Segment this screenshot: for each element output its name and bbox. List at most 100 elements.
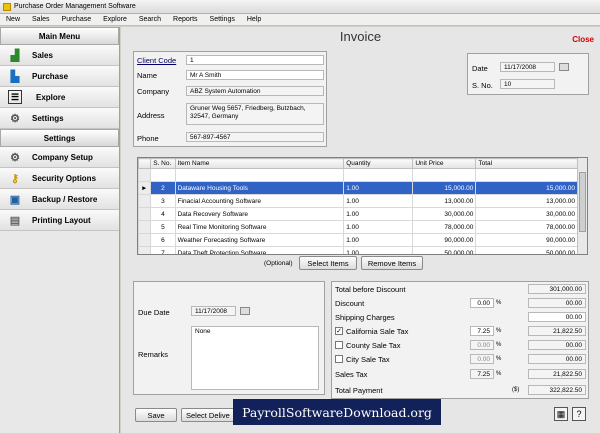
sidebar-item-explore[interactable]: ☰ Explore bbox=[0, 87, 119, 108]
cell-sno[interactable]: 2 bbox=[150, 181, 176, 195]
menu-sales[interactable]: Sales bbox=[32, 16, 50, 23]
cell-total[interactable]: 30,000.00 bbox=[475, 207, 578, 221]
cell-quantity[interactable]: 1.00 bbox=[343, 207, 414, 221]
cell-unit-price[interactable]: 78,000.00 bbox=[412, 220, 477, 234]
cell-item-name[interactable]: Finacial Accounting Software bbox=[174, 194, 345, 208]
sidebar-item-settings[interactable]: ⚙ Settings bbox=[0, 108, 119, 129]
sidebar-item-backup-restore[interactable]: ▣ Backup / Restore bbox=[0, 189, 119, 210]
sidebar-item-sales[interactable]: ▟ Sales bbox=[0, 45, 119, 66]
close-link[interactable]: Close bbox=[572, 35, 594, 44]
invoice-date-field[interactable]: 11/17/2008 bbox=[500, 62, 555, 72]
cell-sno[interactable]: 3 bbox=[150, 194, 176, 208]
menu-reports[interactable]: Reports bbox=[173, 16, 198, 23]
california-tax-checkbox[interactable]: ✓ bbox=[335, 327, 343, 335]
shipping-field[interactable]: 00.00 bbox=[528, 312, 586, 322]
sno-field[interactable]: 10 bbox=[500, 79, 555, 89]
select-items-button[interactable]: Select Items bbox=[299, 256, 357, 270]
city-tax-checkbox[interactable] bbox=[335, 355, 343, 363]
total-before-discount-field[interactable]: 301,000.00 bbox=[528, 284, 586, 294]
menu-explore[interactable]: Explore bbox=[103, 16, 127, 23]
col-total[interactable]: Total bbox=[475, 158, 578, 169]
address-field[interactable]: Gruner Weg 5657, Friedberg, Butzbach, 32… bbox=[186, 103, 324, 125]
cell-total[interactable]: 90,000.00 bbox=[475, 233, 578, 247]
table-row[interactable] bbox=[138, 168, 578, 182]
county-tax-percent-field[interactable]: 0.00 bbox=[470, 340, 494, 350]
menu-settings[interactable]: Settings bbox=[210, 16, 235, 23]
items-grid[interactable]: S. No. Item Name Quantity Unit Price Tot… bbox=[137, 157, 588, 255]
county-tax-checkbox[interactable] bbox=[335, 341, 343, 349]
cell-total[interactable]: 15,000.00 bbox=[475, 181, 578, 195]
cell-sno[interactable]: 6 bbox=[150, 233, 176, 247]
client-code-label[interactable]: Client Code bbox=[137, 56, 176, 65]
sidebar-item-purchase[interactable]: ▙ Purchase bbox=[0, 66, 119, 87]
calendar-dropdown-icon[interactable] bbox=[559, 63, 569, 71]
menu-search[interactable]: Search bbox=[139, 16, 161, 23]
table-row[interactable]: 4 Data Recovery Software 1.00 30,000.00 … bbox=[138, 207, 578, 221]
california-tax-percent-field[interactable]: 7.25 bbox=[470, 326, 494, 336]
items-scrollbar[interactable] bbox=[577, 158, 587, 254]
table-row-selected[interactable]: ► 2 Dataware Housing Tools 1.00 15,000.0… bbox=[138, 181, 578, 195]
client-code-field[interactable]: 1 bbox=[186, 55, 324, 65]
cell-item-name[interactable]: Data Recovery Software bbox=[174, 207, 345, 221]
menu-help[interactable]: Help bbox=[247, 16, 261, 23]
table-row[interactable]: 3 Finacial Accounting Software 1.00 13,0… bbox=[138, 194, 578, 208]
cell-unit-price[interactable] bbox=[412, 168, 477, 182]
calculator-icon[interactable]: ▦ bbox=[554, 407, 568, 421]
sidebar-item-company-setup[interactable]: ⚙ Company Setup bbox=[0, 147, 119, 168]
cell-sno[interactable]: 5 bbox=[150, 220, 176, 234]
sales-tax-amount-field[interactable]: 21,822.50 bbox=[528, 369, 586, 379]
cell-unit-price[interactable]: 90,000.00 bbox=[412, 233, 477, 247]
company-field[interactable]: ABZ System Automation bbox=[186, 86, 324, 96]
total-payment-field[interactable]: 322,822.50 bbox=[528, 385, 586, 395]
sidebar-item-security-options[interactable]: ⚷ Security Options bbox=[0, 168, 119, 189]
california-tax-amount-field[interactable]: 21,822.50 bbox=[528, 326, 586, 336]
due-date-field[interactable]: 11/17/2008 bbox=[191, 306, 236, 316]
cell-item-name[interactable]: Real Time Monitoring Software bbox=[174, 220, 345, 234]
col-unit-price[interactable]: Unit Price bbox=[412, 158, 477, 169]
cell-total[interactable]: 50,000.00 bbox=[475, 246, 578, 254]
cell-item-name[interactable]: Data Theft Protection Software bbox=[174, 246, 345, 254]
cell-total[interactable]: 78,000.00 bbox=[475, 220, 578, 234]
discount-amount-field[interactable]: 00.00 bbox=[528, 298, 586, 308]
cell-total[interactable]: 13,000.00 bbox=[475, 194, 578, 208]
cell-sno[interactable]: 7 bbox=[150, 246, 176, 254]
table-row[interactable]: 7 Data Theft Protection Software 1.00 50… bbox=[138, 246, 578, 254]
cell-unit-price[interactable]: 50,000.00 bbox=[412, 246, 477, 254]
cell-item-name[interactable]: Weather Forecasting Software bbox=[174, 233, 345, 247]
select-delivery-button[interactable]: Select Delive bbox=[181, 408, 241, 422]
sales-tax-percent-field[interactable]: 7.25 bbox=[470, 369, 494, 379]
col-item-name[interactable]: Item Name bbox=[174, 158, 345, 169]
cell-quantity[interactable]: 1.00 bbox=[343, 246, 414, 254]
menu-purchase[interactable]: Purchase bbox=[62, 16, 92, 23]
sidebar-item-printing-layout[interactable]: ▤ Printing Layout bbox=[0, 210, 119, 231]
help-icon[interactable]: ? bbox=[572, 407, 586, 421]
cell-quantity[interactable]: 1.00 bbox=[343, 194, 414, 208]
cell-quantity[interactable]: 1.00 bbox=[343, 233, 414, 247]
discount-percent-field[interactable]: 0.00 bbox=[470, 298, 494, 308]
county-tax-amount-field[interactable]: 00.00 bbox=[528, 340, 586, 350]
scrollbar-thumb[interactable] bbox=[579, 172, 586, 232]
col-sno[interactable]: S. No. bbox=[150, 158, 176, 169]
cell-item-name[interactable] bbox=[174, 168, 345, 182]
cell-total[interactable] bbox=[475, 168, 578, 182]
cell-unit-price[interactable]: 13,000.00 bbox=[412, 194, 477, 208]
city-tax-amount-field[interactable]: 00.00 bbox=[528, 354, 586, 364]
cell-quantity[interactable]: 1.00 bbox=[343, 220, 414, 234]
cell-quantity[interactable]: 1.00 bbox=[343, 181, 414, 195]
phone-field[interactable]: 567-897-4567 bbox=[186, 132, 324, 142]
calendar-dropdown-icon[interactable] bbox=[240, 307, 250, 315]
save-button[interactable]: Save bbox=[135, 408, 177, 422]
name-field[interactable]: Mr A Smith bbox=[186, 70, 324, 80]
cell-quantity[interactable] bbox=[343, 168, 414, 182]
menu-new[interactable]: New bbox=[6, 16, 20, 23]
cell-item-name[interactable]: Dataware Housing Tools bbox=[174, 181, 345, 195]
table-row[interactable]: 6 Weather Forecasting Software 1.00 90,0… bbox=[138, 233, 578, 247]
cell-unit-price[interactable]: 30,000.00 bbox=[412, 207, 477, 221]
city-tax-percent-field[interactable]: 0.00 bbox=[470, 354, 494, 364]
remove-items-button[interactable]: Remove Items bbox=[361, 256, 423, 270]
remarks-field[interactable]: None bbox=[191, 326, 319, 390]
table-row[interactable]: 5 Real Time Monitoring Software 1.00 78,… bbox=[138, 220, 578, 234]
cell-sno[interactable] bbox=[150, 168, 176, 182]
cell-sno[interactable]: 4 bbox=[150, 207, 176, 221]
cell-unit-price[interactable]: 15,000.00 bbox=[412, 181, 477, 195]
